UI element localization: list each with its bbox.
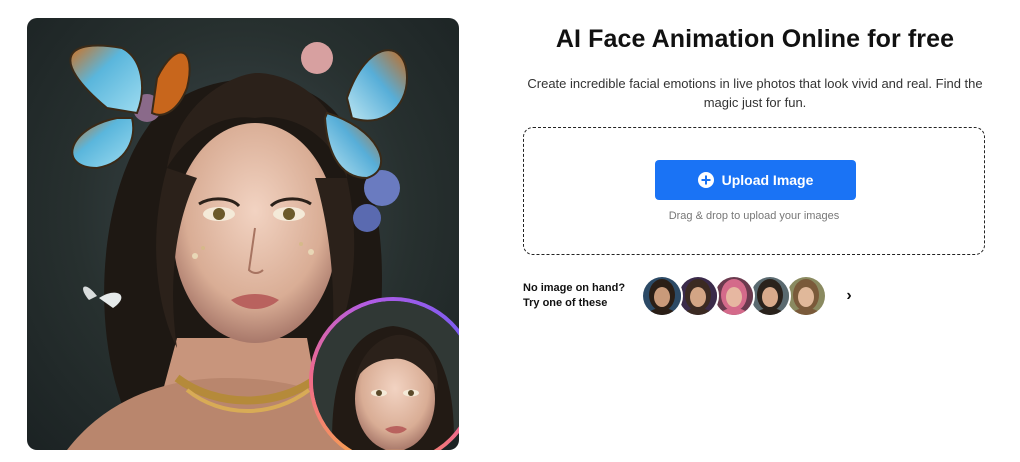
plus-circle-icon [697,172,714,188]
sample-images-label: No image on hand? Try one of these [523,281,625,311]
hero-image [27,18,459,450]
sample-avatar[interactable] [713,275,755,317]
sample-avatar[interactable] [749,275,791,317]
page-subtitle: Create incredible facial emotions in liv… [527,76,983,110]
page-title: AI Face Animation Online for free [555,25,955,53]
upload-image-button[interactable]: Upload Image [655,160,856,200]
upload-dropzone[interactable]: Upload Image Drag & drop to upload your … [523,127,985,255]
chevron-right-icon[interactable]: › [841,286,857,306]
animated-preview-image [313,301,459,450]
sample-avatar[interactable] [785,275,827,317]
sample-label-line1: No image on hand? [523,282,626,294]
sample-avatar-list [641,275,827,317]
sample-avatar[interactable] [641,275,683,317]
page: AI Face Animation Online for free Create… [0,0,1020,462]
drag-drop-hint: Drag & drop to upload your images [668,210,840,222]
sample-images-row: No image on hand? Try one of these › [523,275,985,318]
sample-avatar[interactable] [677,275,719,317]
upload-image-label: Upload Image [721,172,814,188]
sample-label-line2: Try one of these [523,297,608,309]
